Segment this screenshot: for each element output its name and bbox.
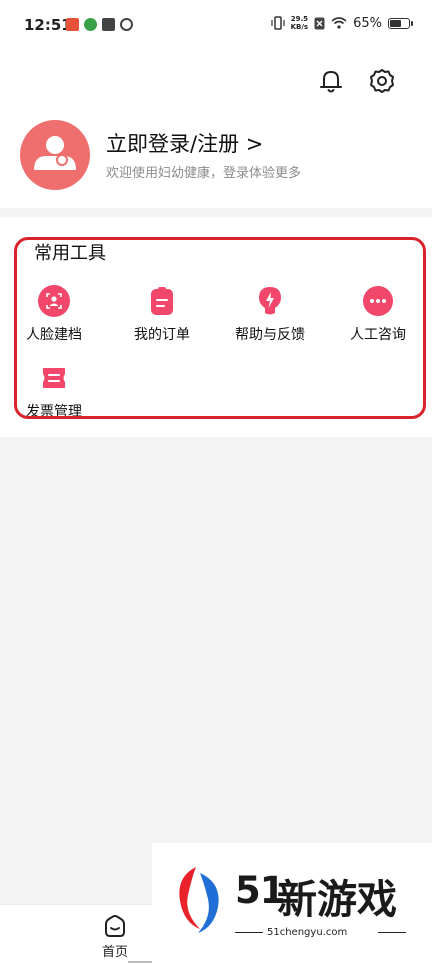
net-speed: 29.5 KB/s — [291, 15, 308, 31]
chat-bubble-icon — [363, 286, 393, 316]
tool-label: 我的订单 — [134, 327, 190, 343]
tool-my-orders[interactable]: 我的订单 — [116, 285, 208, 344]
notifications-button[interactable] — [316, 66, 346, 96]
vibrate-icon — [271, 16, 285, 30]
common-tools-section: 常用工具 人脸建档 我的订单 帮助与反馈 人工咨询 发票管理 — [0, 217, 432, 437]
ticket-icon — [43, 368, 65, 388]
watermark-divider — [378, 932, 406, 933]
tool-invoice-management[interactable]: 发票管理 — [8, 362, 100, 421]
notification-icons — [66, 18, 133, 31]
tool-label: 发票管理 — [26, 404, 82, 420]
nav-home-label: 首页 — [101, 945, 128, 960]
watermark-text: 新游戏 — [277, 877, 397, 923]
status-time: 12:51 — [24, 16, 72, 34]
gear-icon — [370, 69, 394, 93]
system-status: 29.5 KB/s 65% — [271, 15, 413, 31]
sync-icon — [120, 18, 133, 31]
login-register-link[interactable]: 立即登录/注册 > — [106, 128, 263, 158]
wifi-icon — [331, 17, 347, 29]
watermark-logo-icon — [179, 867, 219, 933]
no-sim-icon — [314, 17, 325, 29]
app-notification-icon — [66, 18, 79, 31]
battery-percent: 65% — [353, 15, 382, 31]
tool-label: 人工咨询 — [350, 327, 406, 343]
battery-icon — [388, 17, 413, 29]
settings-button[interactable] — [367, 66, 397, 96]
watermark-url: 51chengyu.com — [267, 927, 348, 938]
battery-level — [390, 19, 401, 27]
net-speed-value: 29.5 — [290, 15, 308, 23]
tool-label: 人脸建档 — [26, 327, 82, 343]
bell-icon — [320, 71, 342, 93]
net-speed-unit: KB/s — [290, 23, 309, 31]
home-icon — [105, 915, 125, 937]
profile-header: 立即登录/注册 > 欢迎使用妇幼健康，登录体验更多 — [0, 52, 432, 208]
nav-home[interactable]: 首页 — [90, 913, 140, 960]
lightning-bulb-icon — [259, 287, 281, 315]
home-indicator — [128, 961, 152, 963]
mother-child-icon — [34, 136, 76, 170]
watermark-divider — [235, 932, 263, 933]
avatar[interactable] — [20, 120, 90, 190]
tool-human-consult[interactable]: 人工咨询 — [332, 285, 424, 344]
order-clipboard-icon — [151, 287, 173, 315]
face-scan-icon — [38, 285, 70, 317]
app-notification-icon — [102, 18, 115, 31]
status-bar: 12:51 29.5 KB/s 65% — [0, 0, 432, 52]
login-subtitle: 欢迎使用妇幼健康，登录体验更多 — [106, 166, 302, 181]
tool-face-profile[interactable]: 人脸建档 — [8, 285, 100, 344]
watermark: 51 新游戏 51chengyu.com — [152, 843, 432, 940]
section-title: 常用工具 — [34, 243, 106, 264]
app-notification-icon — [84, 18, 97, 31]
tool-label: 帮助与反馈 — [235, 327, 305, 343]
tool-help-feedback[interactable]: 帮助与反馈 — [224, 285, 316, 344]
